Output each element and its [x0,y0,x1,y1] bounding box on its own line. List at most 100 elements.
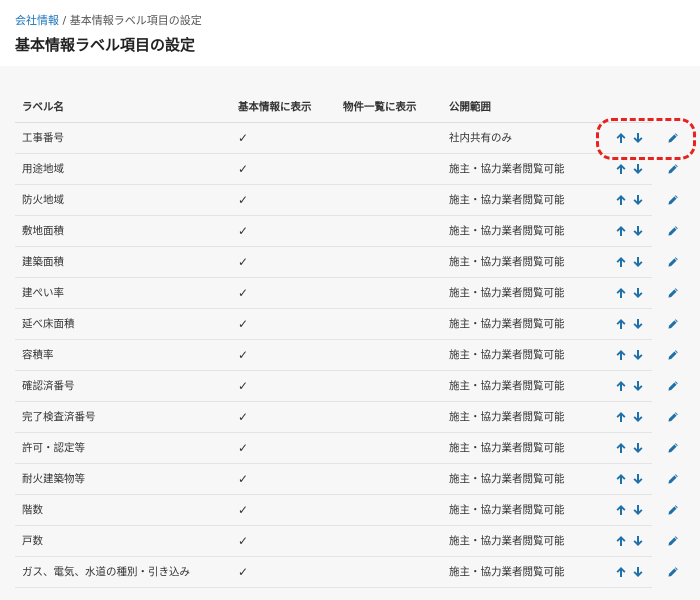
row-scope: 施主・協力業者閲覧可能 [449,349,565,361]
row-actions [615,495,685,525]
arrow-down-icon[interactable] [632,318,644,330]
arrow-up-icon[interactable] [615,535,627,547]
arrow-down-icon[interactable] [632,535,644,547]
pencil-icon[interactable] [667,349,679,361]
row-scope: 施主・協力業者閲覧可能 [449,411,565,423]
pencil-icon[interactable] [667,535,679,547]
row-scope: 施主・協力業者閲覧可能 [449,504,565,516]
basic-info-check: ✓ [238,410,249,424]
row-scope: 施主・協力業者閲覧可能 [449,256,565,268]
basic-info-check: ✓ [238,503,249,517]
breadcrumb-link-company-info[interactable]: 会社情報 [15,14,59,27]
table-row: 容積率 ✓ 施主・協力業者閲覧可能 [15,340,678,371]
table-row: 建ぺい率 ✓ 施主・協力業者閲覧可能 [15,278,678,309]
row-actions [615,278,685,308]
arrow-up-icon[interactable] [615,194,627,206]
row-scope: 施主・協力業者閲覧可能 [449,163,565,175]
arrow-up-icon[interactable] [615,225,627,237]
row-actions [615,526,685,556]
arrow-up-icon[interactable] [615,256,627,268]
arrow-down-icon[interactable] [632,442,644,454]
list-display-cell [343,402,438,432]
row-label: 敷地面積 [22,225,64,237]
arrow-up-icon[interactable] [615,380,627,392]
arrow-up-icon[interactable] [615,473,627,485]
arrow-up-icon[interactable] [615,411,627,423]
table-row: 確認済番号 ✓ 施主・協力業者閲覧可能 [15,371,678,402]
arrow-up-icon[interactable] [615,349,627,361]
breadcrumb-separator: / [59,14,70,27]
table-row: 工事番号 ✓ 社内共有のみ [15,123,678,154]
label-settings-table: ラベル名 基本情報に表示 物件一覧に表示 公開範囲 工事番号 ✓ 社内共有のみ 用途地… [15,92,678,588]
page-title: 基本情報ラベル項目の設定 [15,36,196,54]
table-row: 用途地域 ✓ 施主・協力業者閲覧可能 [15,154,678,185]
list-display-cell [343,278,438,308]
arrow-down-icon[interactable] [632,287,644,299]
row-label: 階数 [22,504,43,516]
list-display-cell [343,154,438,184]
row-label: 延べ床面積 [22,318,75,330]
row-scope: 施主・協力業者閲覧可能 [449,473,565,485]
arrow-down-icon[interactable] [632,194,644,206]
pencil-icon[interactable] [667,504,679,516]
pencil-icon[interactable] [667,380,679,392]
list-display-cell [343,216,438,246]
list-display-cell [343,371,438,401]
pencil-icon[interactable] [667,225,679,237]
arrow-down-icon[interactable] [632,411,644,423]
pencil-icon[interactable] [667,473,679,485]
row-label: 防火地域 [22,194,64,206]
row-scope: 施主・協力業者閲覧可能 [449,442,565,454]
pencil-icon[interactable] [667,256,679,268]
arrow-down-icon[interactable] [632,225,644,237]
arrow-down-icon[interactable] [632,132,644,144]
basic-info-check: ✓ [238,224,249,238]
pencil-icon[interactable] [667,566,679,578]
pencil-icon[interactable] [667,194,679,206]
arrow-down-icon[interactable] [632,380,644,392]
row-actions [615,185,685,215]
pencil-icon[interactable] [667,163,679,175]
row-actions [615,154,685,184]
table-row: 延べ床面積 ✓ 施主・協力業者閲覧可能 [15,309,678,340]
row-label: ガス、電気、水道の種別・引き込み [22,566,190,578]
arrow-down-icon[interactable] [632,256,644,268]
row-scope: 施主・協力業者閲覧可能 [449,225,565,237]
pencil-icon[interactable] [667,411,679,423]
table-row: ガス、電気、水道の種別・引き込み ✓ 施主・協力業者閲覧可能 [15,557,678,588]
basic-info-check: ✓ [238,131,249,145]
row-actions [615,433,685,463]
arrow-up-icon[interactable] [615,442,627,454]
arrow-down-icon[interactable] [632,473,644,485]
table-row: 許可・認定等 ✓ 施主・協力業者閲覧可能 [15,433,678,464]
row-label: 確認済番号 [22,380,75,392]
table-row: 敷地面積 ✓ 施主・協力業者閲覧可能 [15,216,678,247]
pencil-icon[interactable] [667,442,679,454]
list-display-cell [343,247,438,277]
list-display-cell [343,340,438,370]
arrow-up-icon[interactable] [615,132,627,144]
pencil-icon[interactable] [667,287,679,299]
arrow-up-icon[interactable] [615,163,627,175]
arrow-up-icon[interactable] [615,287,627,299]
row-scope: 社内共有のみ [449,132,512,144]
pencil-icon[interactable] [667,132,679,144]
arrow-down-icon[interactable] [632,163,644,175]
arrow-down-icon[interactable] [632,504,644,516]
table-row: 建築面積 ✓ 施主・協力業者閲覧可能 [15,247,678,278]
column-header-basic: 基本情報に表示 [238,101,312,113]
basic-info-check: ✓ [238,193,249,207]
table-row: 耐火建築物等 ✓ 施主・協力業者閲覧可能 [15,464,678,495]
arrow-up-icon[interactable] [615,318,627,330]
row-actions [615,123,685,153]
basic-info-check: ✓ [238,162,249,176]
arrow-down-icon[interactable] [632,349,644,361]
arrow-down-icon[interactable] [632,566,644,578]
table-row: 階数 ✓ 施主・協力業者閲覧可能 [15,495,678,526]
list-display-cell [343,433,438,463]
arrow-up-icon[interactable] [615,566,627,578]
pencil-icon[interactable] [667,318,679,330]
row-actions [615,464,685,494]
arrow-up-icon[interactable] [615,504,627,516]
row-scope: 施主・協力業者閲覧可能 [449,194,565,206]
